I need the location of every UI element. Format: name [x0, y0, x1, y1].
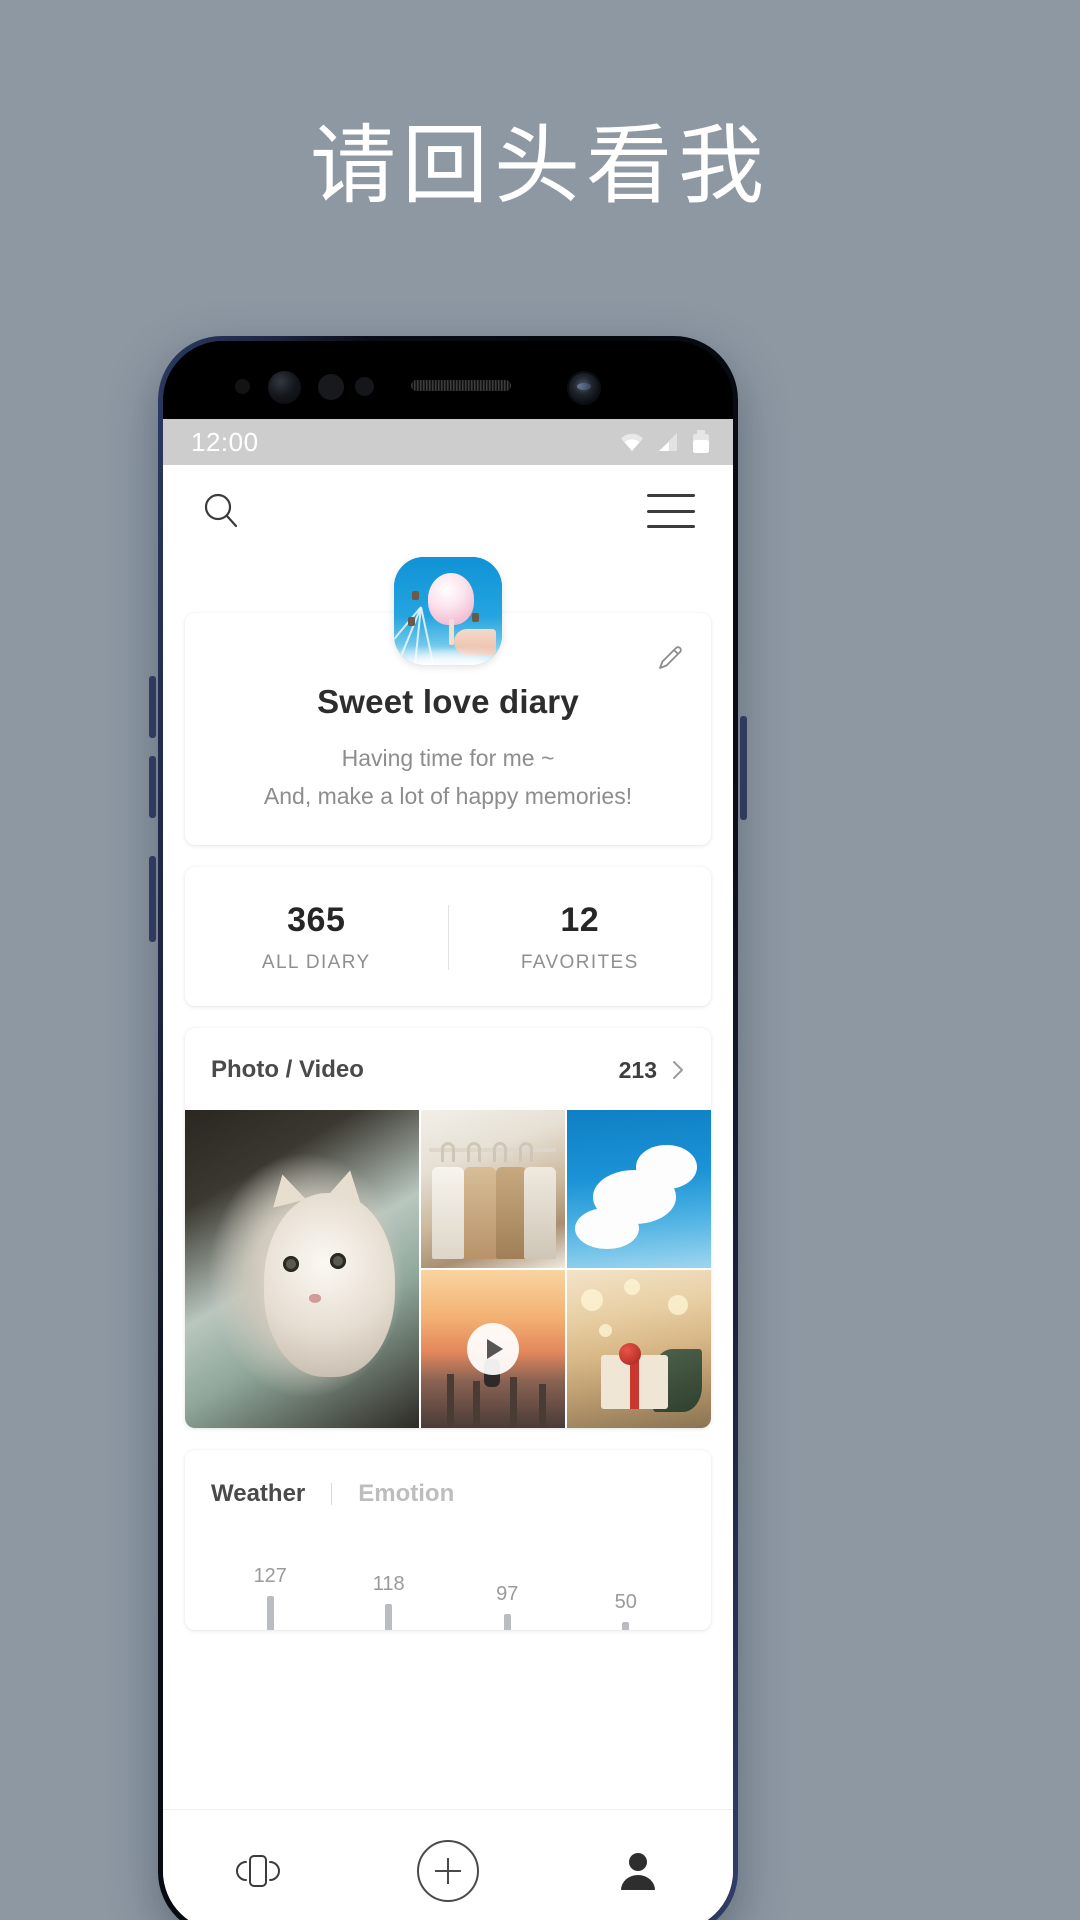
profile-title: Sweet love diary	[317, 683, 579, 720]
plus-circle-icon	[417, 1839, 479, 1902]
gallery-count: 213	[618, 1056, 657, 1083]
assistant-button[interactable]	[149, 856, 156, 942]
tab-divider	[331, 1483, 333, 1505]
status-bar: 12:00	[163, 419, 733, 465]
profile-subtitle-line2: And, make a lot of happy memories!	[263, 783, 633, 809]
battery-icon	[691, 430, 711, 454]
tab-weather[interactable]: Weather	[211, 1480, 305, 1508]
tab-emotion[interactable]: Emotion	[358, 1480, 454, 1508]
scroll-fade	[163, 1783, 733, 1809]
stat-label: ALL DIARY	[261, 952, 371, 973]
profile-button[interactable]	[583, 1831, 693, 1911]
signal-icon	[657, 432, 679, 452]
stat-all-diary[interactable]: 365 ALL DIARY	[185, 901, 448, 974]
gallery-title: Photo / Video	[211, 1056, 364, 1083]
person-icon	[618, 1850, 658, 1892]
chart-bar-value: 118	[372, 1573, 405, 1595]
cards-icon	[236, 1850, 280, 1892]
play-icon[interactable]	[466, 1323, 519, 1375]
promo-stage: 请回头看我 12:00 Sweet love diary Having time…	[0, 0, 1080, 1920]
profile-subtitle-line1: Having time for me ~	[341, 745, 555, 771]
wifi-icon	[619, 432, 645, 452]
chart-bar-group: 118	[330, 1538, 449, 1630]
avatar-wrapper	[185, 557, 711, 665]
main-content: Sweet love diary Having time for me ~ An…	[163, 557, 733, 1630]
light-sensor-icon	[318, 374, 344, 400]
gallery-tile-cat[interactable]	[185, 1110, 419, 1428]
chart-bar-value: 127	[253, 1565, 287, 1587]
avatar[interactable]	[394, 557, 502, 665]
profile-subtitle: Having time for me ~ And, make a lot of …	[211, 739, 685, 815]
chart-bar-value: 97	[496, 1583, 519, 1605]
hamburger-menu-icon[interactable]	[647, 494, 695, 528]
weather-bar-chart: 127 118 97 50	[211, 1538, 685, 1630]
volume-down-button[interactable]	[149, 756, 156, 818]
stat-value: 365	[287, 901, 346, 939]
proximity-sensor-icon	[235, 379, 250, 394]
front-camera-icon	[567, 371, 601, 405]
earpiece-speaker-icon	[411, 380, 511, 391]
phone-body: 12:00 Sweet love diary Having time for m…	[163, 341, 733, 1920]
chart-bar-group: 50	[567, 1538, 686, 1630]
chart-bar	[266, 1596, 274, 1630]
chart-bar	[503, 1614, 511, 1630]
gallery-header-right: 213	[619, 1057, 685, 1084]
iris-scanner-icon	[268, 371, 301, 404]
chart-bar-group: 127	[211, 1538, 330, 1630]
gallery-card: Photo / Video 213	[185, 1028, 711, 1428]
phone-mockup: 12:00 Sweet love diary Having time for m…	[149, 336, 747, 1920]
add-entry-button[interactable]	[393, 1831, 503, 1911]
weather-tabs: Weather Emotion	[211, 1480, 685, 1508]
weather-card: Weather Emotion 127 118 97 50	[185, 1450, 711, 1630]
app-header	[163, 465, 733, 557]
power-button[interactable]	[740, 716, 747, 820]
bottom-navigation	[163, 1809, 733, 1920]
chevron-right-icon[interactable]	[671, 1059, 685, 1081]
gallery-header[interactable]: Photo / Video 213	[185, 1028, 711, 1110]
gallery-tile-gift[interactable]	[566, 1270, 711, 1428]
stat-value: 12	[560, 901, 600, 939]
chart-bar-value: 50	[614, 1591, 637, 1613]
phone-top-bezel	[163, 341, 733, 419]
gallery-tile-hangers[interactable]	[420, 1110, 565, 1268]
status-icons	[619, 430, 711, 454]
chart-bar	[385, 1604, 393, 1630]
gallery-grid	[185, 1110, 711, 1428]
gallery-tile-sky[interactable]	[566, 1110, 711, 1268]
stat-favorites[interactable]: 12 FAVORITES	[449, 901, 712, 974]
promo-headline: 请回头看我	[310, 116, 770, 216]
cards-view-button[interactable]	[203, 1831, 313, 1911]
chart-bar-group: 97	[448, 1538, 567, 1630]
phone-screen: 12:00 Sweet love diary Having time for m…	[163, 419, 733, 1920]
gallery-tile-sunset-video[interactable]	[420, 1270, 565, 1428]
stat-label: FAVORITES	[520, 952, 639, 973]
stats-card: 365 ALL DIARY 12 FAVORITES	[185, 867, 711, 1006]
search-icon[interactable]	[201, 491, 241, 531]
chart-bar	[622, 1622, 630, 1630]
led-indicator-icon	[355, 377, 374, 396]
volume-up-button[interactable]	[149, 676, 156, 738]
cotton-candy	[428, 573, 474, 625]
status-time: 12:00	[191, 426, 259, 457]
